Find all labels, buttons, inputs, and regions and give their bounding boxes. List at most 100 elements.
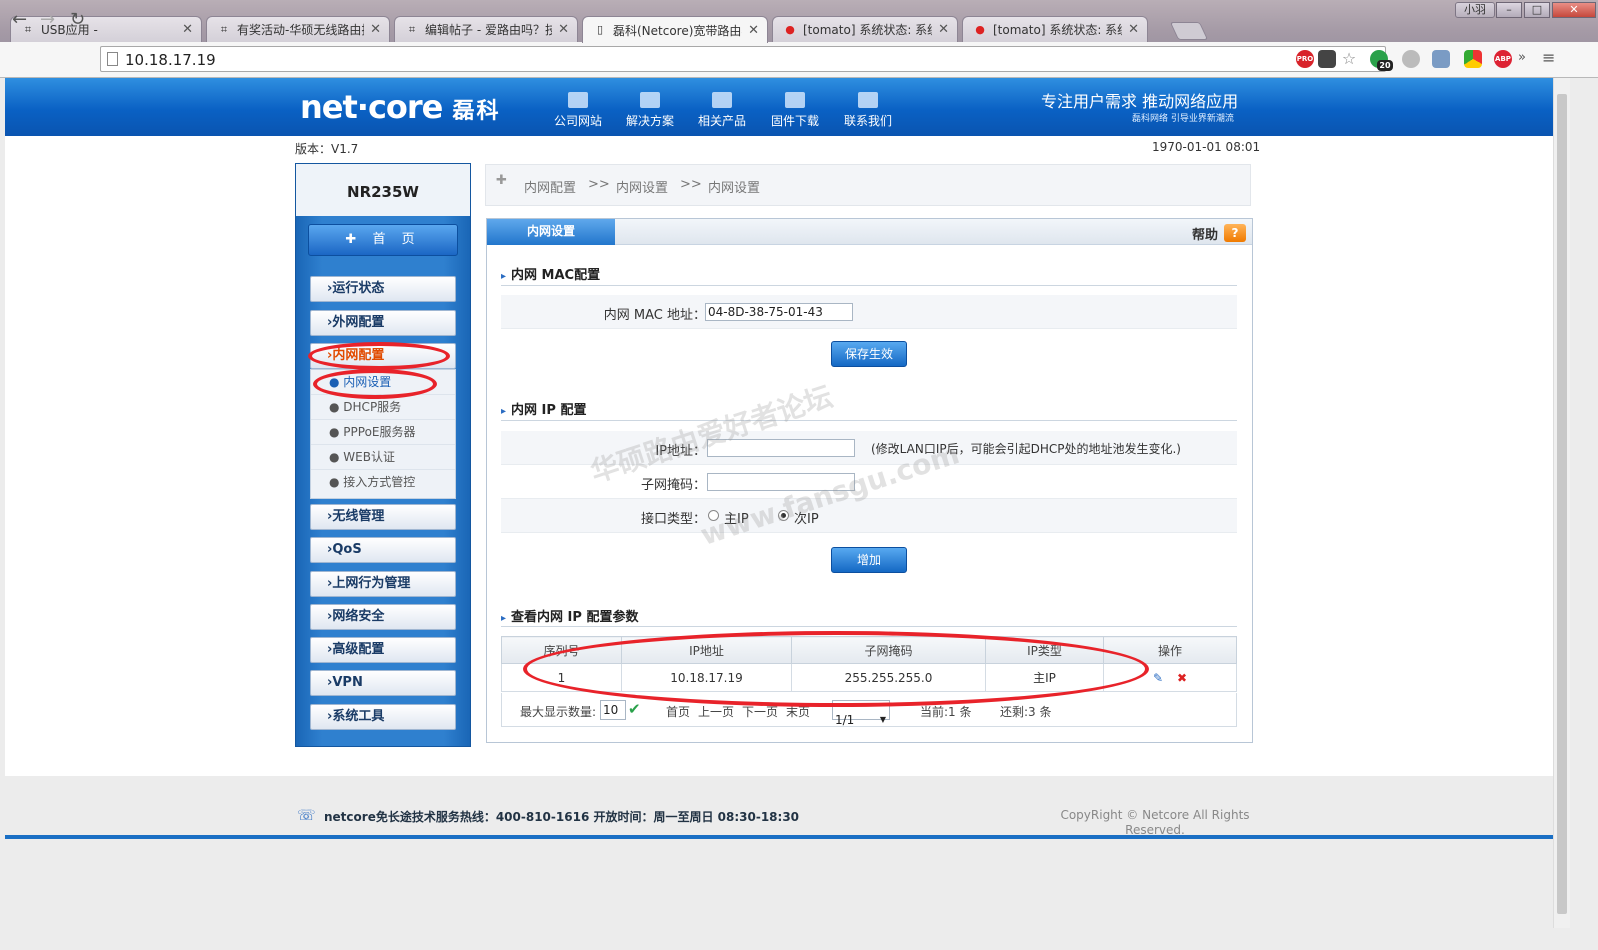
tomato-icon: ● bbox=[975, 22, 985, 36]
browser-tab[interactable]: ● [tomato] 系统状态: 系统 ✕ bbox=[772, 16, 958, 42]
type-label: 接口类型： bbox=[640, 512, 706, 527]
type-row: 接口类型： 主IP 次IP bbox=[501, 499, 1237, 533]
slogan: 专注用户需求 推动网络应用 bbox=[1041, 92, 1239, 111]
close-icon[interactable]: ✕ bbox=[938, 22, 949, 37]
footer: ☏ netcore免长途技术服务热线：400-810-1616 开放时间：周一至… bbox=[5, 778, 1553, 839]
submenu-web-auth[interactable]: ● WEB认证 bbox=[311, 445, 455, 470]
netcore-logo: net·core 磊科 bbox=[300, 88, 501, 126]
model-name: NR235W bbox=[296, 164, 470, 216]
confirm-icon[interactable]: ✔ bbox=[628, 700, 641, 718]
home-button[interactable]: ✚ 首 页 bbox=[308, 224, 458, 256]
router-icon bbox=[712, 92, 732, 108]
nav-company-site[interactable]: 公司网站 bbox=[547, 92, 609, 129]
close-icon[interactable]: ✕ bbox=[558, 22, 569, 37]
close-icon[interactable]: ✕ bbox=[370, 22, 381, 37]
scrollbar[interactable] bbox=[1553, 78, 1570, 928]
nav-firmware[interactable]: 固件下载 bbox=[764, 92, 826, 129]
pro-extension-icon[interactable]: PRO bbox=[1296, 50, 1314, 68]
copyright-text: CopyRight © Netcore All Rights Reserved. bbox=[1060, 808, 1250, 837]
edit-icon[interactable]: ✎ bbox=[1153, 671, 1163, 685]
bookmark-star-icon[interactable]: ☆ bbox=[1340, 50, 1358, 68]
help-icon[interactable]: ? bbox=[1224, 224, 1246, 242]
delete-icon[interactable]: ✖ bbox=[1177, 671, 1187, 685]
overflow-icon[interactable]: » bbox=[1518, 50, 1526, 65]
version-label: 版本：V1.7 bbox=[295, 142, 359, 156]
annotation-oval bbox=[523, 631, 1149, 707]
nav-solutions[interactable]: 解决方案 bbox=[619, 92, 681, 129]
tools-icon bbox=[640, 92, 660, 108]
mac-input[interactable]: 04-8D-38-75-01-43 bbox=[705, 303, 853, 321]
max-display-input[interactable]: 10 bbox=[600, 700, 626, 720]
remaining-count: 还剩:3 条 bbox=[1000, 705, 1052, 719]
section-mac: 内网 MAC配置 bbox=[501, 264, 600, 283]
breadcrumb: ✚ 内网配置 >> 内网设置 >> 内网设置 bbox=[485, 164, 1251, 206]
section-ip-list: 查看内网 IP 配置参数 bbox=[501, 606, 638, 625]
nav-products[interactable]: 相关产品 bbox=[691, 92, 753, 129]
screenshot-extension-icon[interactable] bbox=[1432, 50, 1450, 68]
reload-icon[interactable]: ↻ bbox=[70, 9, 85, 30]
menu-vpn[interactable]: ›VPN bbox=[310, 670, 456, 696]
submenu-pppoe-server[interactable]: ● PPPoE服务器 bbox=[311, 420, 455, 445]
current-count: 当前:1 条 bbox=[920, 705, 972, 719]
breadcrumb-icon: ✚ bbox=[496, 173, 507, 188]
sidebar: NR235W ✚ 首 页 ›运行状态 ›外网配置 ›内网配置 ● 内网设置 ● … bbox=[295, 163, 471, 747]
download-icon bbox=[785, 92, 805, 108]
first-page-link[interactable]: 首页 bbox=[666, 703, 690, 720]
close-window-button[interactable]: ✕ bbox=[1552, 2, 1596, 18]
close-icon[interactable]: ✕ bbox=[182, 22, 193, 37]
menu-qos[interactable]: ›QoS bbox=[310, 537, 456, 563]
close-icon[interactable]: ✕ bbox=[748, 23, 759, 38]
phone-icon: ☏ bbox=[297, 806, 316, 824]
help-link[interactable]: 帮助 bbox=[1192, 224, 1218, 243]
menu-icon[interactable]: ≡ bbox=[1542, 48, 1555, 67]
address-bar[interactable]: 10.18.17.19 bbox=[100, 46, 1386, 72]
submenu-access-control[interactable]: ● 接入方式管控 bbox=[311, 470, 455, 495]
prev-page-link[interactable]: 上一页 bbox=[698, 703, 734, 720]
monitor-extension-icon[interactable] bbox=[1318, 50, 1336, 68]
browser-tab[interactable]: ⌗ 编辑帖子 - 爱路由吗？技 ✕ bbox=[394, 16, 578, 42]
tomato-icon: ● bbox=[785, 22, 795, 36]
tab-lan-settings[interactable]: 内网设置 bbox=[487, 219, 615, 245]
divider bbox=[501, 285, 1237, 286]
chrome-extension-icon[interactable] bbox=[1464, 50, 1482, 68]
menu-run-status[interactable]: ›运行状态 bbox=[310, 276, 456, 302]
menu-wan-config[interactable]: ›外网配置 bbox=[310, 310, 456, 336]
extension-badge: 20 bbox=[1377, 60, 1393, 71]
browser-tab[interactable]: ● [tomato] 系统状态: 系统 ✕ bbox=[962, 16, 1148, 42]
menu-system-tools[interactable]: ›系统工具 bbox=[310, 704, 456, 730]
browser-tab[interactable]: ⌗ USB应用 - ✕ bbox=[10, 16, 202, 42]
page-icon: ▯ bbox=[596, 23, 604, 36]
menu-security[interactable]: ›网络安全 bbox=[310, 604, 456, 630]
adblock-icon[interactable]: ABP bbox=[1494, 50, 1512, 68]
annotation-oval bbox=[308, 342, 450, 370]
router-page: net·core 磊科 公司网站 解决方案 相关产品 固件下载 联系我们 专注用… bbox=[5, 78, 1553, 928]
slogan-sub: 磊科网络 引导业界新潮流 bbox=[1132, 114, 1234, 124]
browser-tab-active[interactable]: ▯ 磊科(Netcore)宽带路由器 ✕ bbox=[582, 16, 768, 43]
mac-row: 内网 MAC 地址： 04-8D-38-75-01-43 bbox=[501, 295, 1237, 329]
save-button[interactable]: 保存生效 bbox=[831, 341, 907, 367]
datetime-label: 1970-01-01 08:01 bbox=[1152, 140, 1261, 154]
minimize-button[interactable]: – bbox=[1496, 2, 1522, 18]
page-icon bbox=[107, 52, 118, 66]
refresh-extension-icon[interactable] bbox=[1402, 50, 1420, 68]
user-profile-button[interactable]: 小羽 bbox=[1455, 2, 1495, 18]
add-button[interactable]: 增加 bbox=[831, 547, 907, 573]
close-icon[interactable]: ✕ bbox=[1128, 22, 1139, 37]
forward-icon[interactable]: → bbox=[40, 9, 55, 30]
footer-bar bbox=[5, 835, 1553, 839]
router-icon: ⌗ bbox=[408, 22, 416, 36]
divider bbox=[501, 420, 1237, 421]
building-icon bbox=[568, 92, 588, 108]
menu-wireless[interactable]: ›无线管理 bbox=[310, 504, 456, 530]
annotation-oval bbox=[313, 369, 437, 399]
menu-behavior[interactable]: ›上网行为管理 bbox=[310, 571, 456, 597]
max-display-label: 最大显示数量: bbox=[520, 705, 597, 719]
menu-advanced[interactable]: ›高级配置 bbox=[310, 637, 456, 663]
back-icon[interactable]: ← bbox=[12, 9, 27, 30]
nav-contact[interactable]: 联系我们 bbox=[837, 92, 899, 129]
scrollbar-thumb[interactable] bbox=[1557, 94, 1567, 914]
browser-tab[interactable]: ⌗ 有奖活动-华硕无线路由技 ✕ bbox=[206, 16, 390, 42]
mac-label: 内网 MAC 地址： bbox=[603, 308, 706, 323]
hotline-text: netcore免长途技术服务热线：400-810-1616 开放时间：周一至周日… bbox=[324, 810, 800, 824]
maximize-button[interactable]: □ bbox=[1524, 2, 1550, 18]
